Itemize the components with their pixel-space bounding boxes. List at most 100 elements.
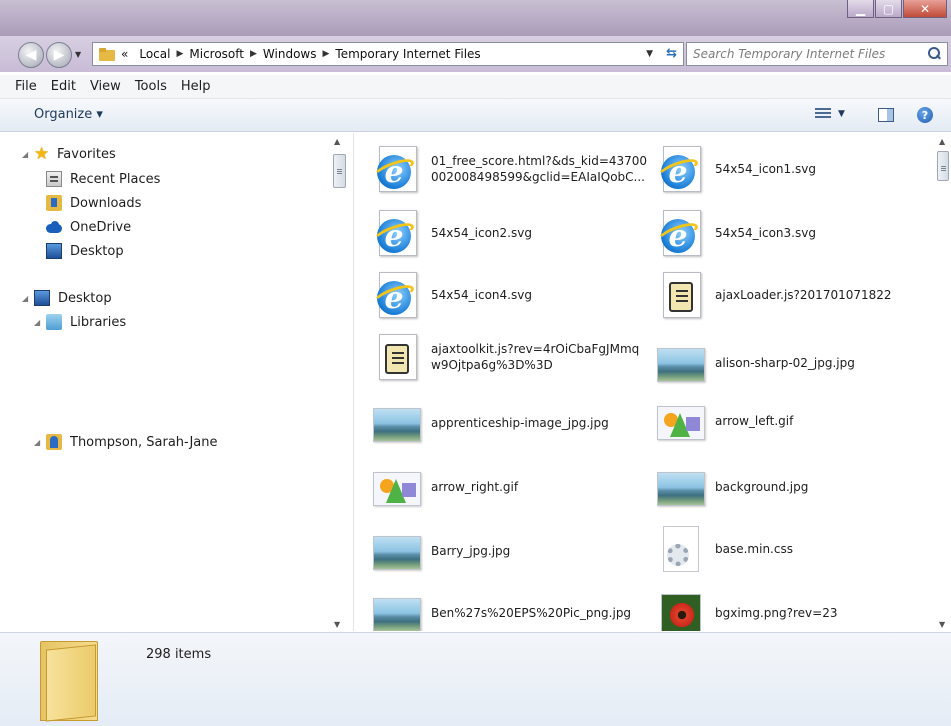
file-item[interactable]: Ben%27s%20EPS%20Pic_png.jpg: [373, 583, 631, 631]
flower-image-icon: [657, 590, 705, 631]
file-item[interactable]: apprenticeship-image_jpg.jpg: [373, 393, 609, 453]
file-name: base.min.css: [715, 542, 793, 556]
navigation-pane: ◢ ★ Favorites Recent Places Downloads On…: [0, 133, 354, 631]
nav-item-desktop[interactable]: ◢ Desktop: [22, 290, 112, 306]
breadcrumb-separator-icon[interactable]: ▶: [250, 49, 257, 59]
file-name: Ben%27s%20EPS%20Pic_png.jpg: [431, 606, 632, 620]
collapse-arrow-icon[interactable]: ◢: [34, 438, 46, 447]
breadcrumb-temporary-internet-files[interactable]: Temporary Internet Files: [335, 47, 480, 61]
css-document-icon: [657, 526, 705, 572]
forward-button[interactable]: ▶: [46, 42, 72, 68]
organize-button[interactable]: Organize ▾: [34, 107, 103, 122]
libraries-icon: [46, 314, 62, 330]
gif-image-icon: [657, 398, 705, 444]
file-item[interactable]: background.jpg: [657, 457, 808, 517]
file-item[interactable]: base.min.css: [657, 519, 793, 579]
nav-item-libraries[interactable]: ◢ Libraries: [34, 314, 126, 330]
search-input[interactable]: Search Temporary Internet Files: [693, 47, 927, 61]
collapse-arrow-icon[interactable]: ◢: [34, 318, 46, 327]
search-box[interactable]: Search Temporary Internet Files: [686, 42, 948, 66]
change-view-icon[interactable]: [815, 108, 831, 122]
file-item[interactable]: e 54x54_icon4.svg: [371, 265, 532, 325]
nav-item-favorites[interactable]: ◢ ★ Favorites: [22, 145, 116, 163]
file-name: arrow_right.gif: [431, 480, 519, 494]
menu-file[interactable]: File: [8, 77, 44, 96]
close-button[interactable]: ✕: [903, 0, 947, 18]
scrollbar-thumb[interactable]: [937, 151, 949, 181]
file-item[interactable]: e 54x54_icon2.svg: [371, 203, 532, 263]
scroll-up-icon[interactable]: ▲: [334, 137, 340, 146]
ie-document-icon: e: [655, 210, 705, 256]
breadcrumb-windows[interactable]: Windows: [263, 47, 317, 61]
breadcrumb-overflow[interactable]: «: [121, 47, 128, 61]
file-list-scrollbar[interactable]: ▲ ▼: [937, 133, 950, 631]
nav-item-onedrive[interactable]: OneDrive: [46, 219, 131, 235]
scroll-up-icon[interactable]: ▲: [939, 137, 945, 146]
gif-image-icon: [373, 464, 421, 510]
script-icon: [657, 272, 705, 318]
caption-buttons: ▁ ▢ ✕: [847, 0, 947, 20]
nav-item-user[interactable]: ◢ Thompson, Sarah-Jane: [34, 434, 218, 450]
file-name: Barry_jpg.jpg: [431, 544, 511, 558]
collapse-arrow-icon[interactable]: ◢: [22, 294, 34, 303]
file-name: arrow_left.gif: [715, 414, 794, 428]
breadcrumb-separator-icon[interactable]: ▶: [176, 49, 183, 59]
file-name: 54x54_icon1.svg: [715, 162, 816, 176]
menu-help[interactable]: Help: [174, 77, 218, 96]
file-item[interactable]: e 01_free_score.html?&ds_kid=43700 00200…: [371, 139, 647, 199]
recent-pages-dropdown[interactable]: ▼: [75, 50, 81, 59]
file-item[interactable]: Barry_jpg.jpg: [373, 521, 510, 581]
file-name: ajaxtoolkit.js?rev=4rOiCbaFgJMmq w9Ojtpa…: [431, 342, 640, 372]
star-icon: ★: [34, 144, 50, 164]
file-item[interactable]: alison-sharp-02_jpg.jpg: [657, 333, 855, 393]
item-count: 298 items: [146, 647, 212, 662]
file-name: 54x54_icon4.svg: [431, 288, 532, 302]
nav-item-label: OneDrive: [70, 219, 132, 235]
file-item[interactable]: e 54x54_icon1.svg: [655, 139, 816, 199]
scrollbar-thumb[interactable]: [333, 154, 346, 188]
scroll-down-icon[interactable]: ▼: [939, 620, 945, 629]
maximize-button[interactable]: ▢: [875, 0, 902, 18]
ie-document-icon: e: [655, 146, 705, 192]
file-name: bgximg.png?rev=23: [715, 606, 838, 620]
nav-item-downloads[interactable]: Downloads: [46, 195, 141, 211]
file-item[interactable]: arrow_right.gif: [373, 457, 518, 517]
file-item[interactable]: bgximg.png?rev=23: [657, 583, 837, 631]
menu-edit[interactable]: Edit: [44, 77, 83, 96]
refresh-icon[interactable]: ⇆: [666, 46, 677, 61]
help-icon[interactable]: ?: [917, 107, 933, 123]
menu-bar: File Edit View Tools Help: [0, 75, 951, 99]
search-icon[interactable]: [927, 47, 941, 61]
nav-item-desktop-favorite[interactable]: Desktop: [46, 243, 124, 259]
minimize-button[interactable]: ▁: [847, 0, 874, 18]
menu-tools[interactable]: Tools: [128, 77, 174, 96]
file-item[interactable]: arrow_left.gif: [657, 391, 793, 451]
landscape-image-icon: [373, 590, 421, 631]
address-bar[interactable]: « Local ▶ Microsoft ▶ Windows ▶ Temporar…: [92, 42, 684, 66]
nav-item-recent-places[interactable]: Recent Places: [46, 171, 160, 187]
ie-document-icon: e: [371, 210, 421, 256]
file-item[interactable]: e 54x54_icon3.svg: [655, 203, 816, 263]
nav-item-label: Desktop: [70, 243, 124, 259]
window-title-bar: ▁ ▢ ✕: [0, 0, 951, 36]
landscape-image-icon: [373, 400, 421, 446]
breadcrumb-microsoft[interactable]: Microsoft: [189, 47, 244, 61]
desktop-icon: [34, 290, 50, 306]
desktop-icon: [46, 243, 62, 259]
scroll-down-icon[interactable]: ▼: [334, 620, 340, 629]
collapse-arrow-icon[interactable]: ◢: [22, 150, 34, 159]
navigation-scrollbar[interactable]: ▲ ▼: [331, 133, 348, 631]
ie-document-icon: e: [371, 272, 421, 318]
file-item[interactable]: ajaxtoolkit.js?rev=4rOiCbaFgJMmq w9Ojtpa…: [373, 327, 639, 387]
nav-item-label: Favorites: [57, 146, 116, 162]
breadcrumb-local[interactable]: Local: [139, 47, 170, 61]
back-button[interactable]: ◀: [18, 42, 44, 68]
breadcrumb-separator-icon[interactable]: ▶: [322, 49, 329, 59]
preview-pane-icon[interactable]: [878, 108, 894, 122]
command-bar: Organize ▾ ▼ ?: [0, 99, 951, 132]
view-options-dropdown-icon[interactable]: ▼: [838, 109, 845, 119]
address-dropdown-icon[interactable]: ▼: [646, 49, 653, 59]
file-item[interactable]: ajaxLoader.js?201701071822: [657, 265, 892, 325]
menu-view[interactable]: View: [83, 77, 128, 96]
downloads-icon: [46, 195, 62, 211]
